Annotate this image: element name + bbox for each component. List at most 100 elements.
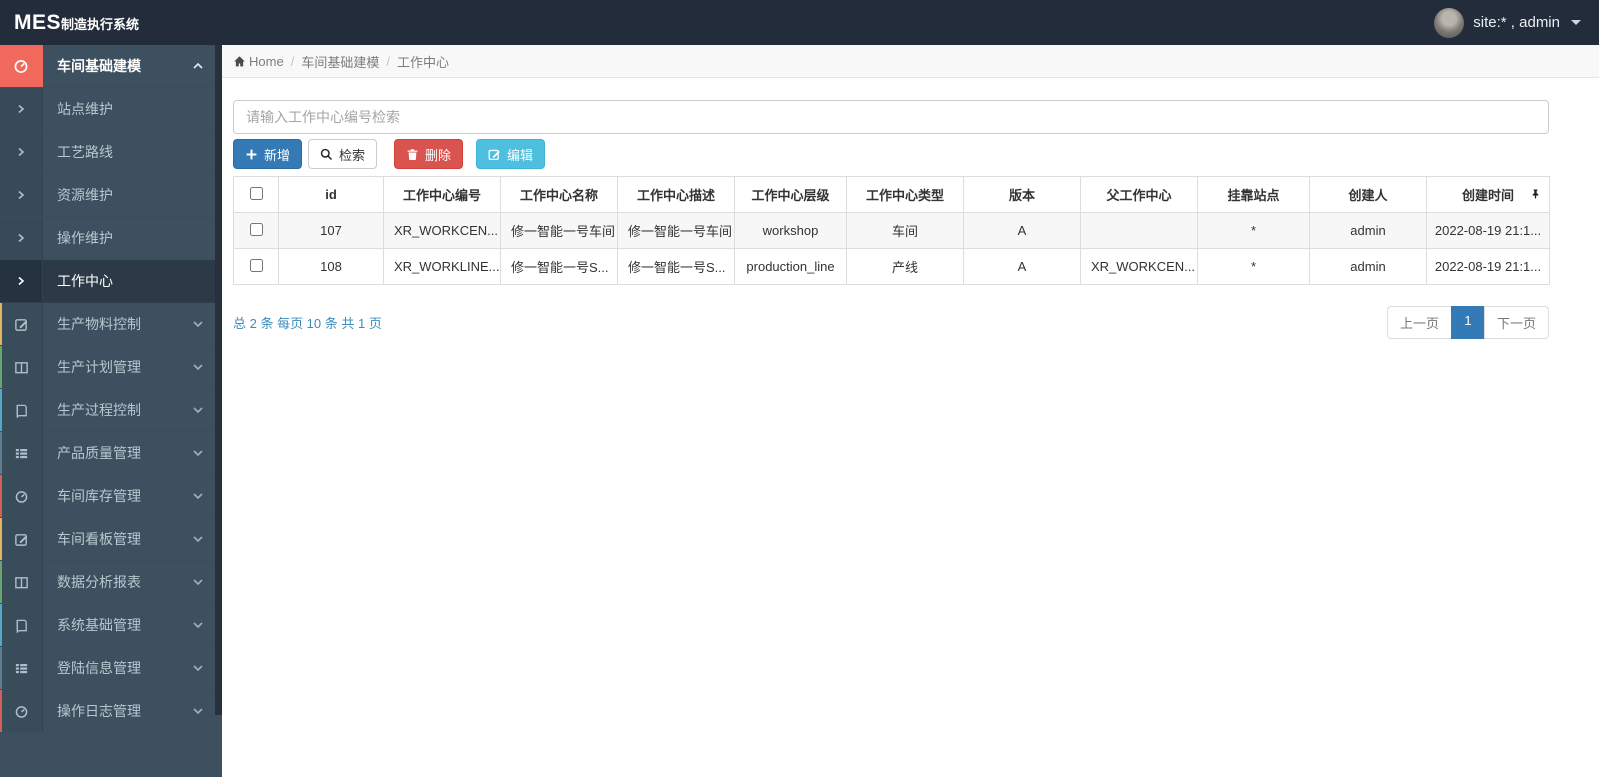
color-strip	[0, 690, 2, 732]
sidebar-item-resource-maintenance[interactable]: 资源维护	[0, 174, 215, 217]
add-button[interactable]: 新增	[233, 139, 303, 169]
chevron-down-icon	[181, 518, 215, 560]
plus-icon	[246, 149, 257, 159]
column-header-station: 挂靠站点	[1197, 176, 1310, 213]
column-header-type: 工作中心类型	[846, 176, 964, 213]
breadcrumb-home-label: Home	[249, 53, 284, 69]
pencil-square-icon	[0, 518, 43, 560]
chevron-right-icon	[0, 131, 43, 173]
user-menu[interactable]: site:* , admin	[1434, 7, 1599, 38]
sidebar-item-kanban-management[interactable]: 车间看板管理	[0, 518, 215, 561]
cell-code: XR_WORKLINE...	[383, 248, 501, 285]
main-content: Home / 车间基础建模 / 工作中心 新增 检索 删除 编辑	[222, 45, 1599, 777]
color-strip	[0, 303, 2, 345]
edit-button[interactable]: 编辑	[476, 139, 546, 169]
prev-page-button[interactable]: 上一页	[1386, 306, 1452, 339]
row-checkbox[interactable]	[249, 222, 263, 236]
sidebar-item-data-report[interactable]: 数据分析报表	[0, 561, 215, 604]
sidebar-item-work-center[interactable]: 工作中心	[0, 260, 215, 303]
sidebar-item-plan-management[interactable]: 生产计划管理	[0, 346, 215, 389]
cell-name: 修一智能一号S...	[500, 248, 618, 285]
breadcrumb: Home / 车间基础建模 / 工作中心	[222, 45, 1599, 78]
chevron-right-icon	[0, 217, 43, 259]
pagination-summary: 总 2 条 每页 10 条 共 1 页	[233, 316, 382, 331]
chevron-down-icon	[181, 561, 215, 603]
tachometer-icon	[0, 690, 43, 732]
search-icon	[320, 148, 333, 160]
columns-icon	[0, 561, 43, 603]
cell-create-time: 2022-08-19 21:1...	[1426, 248, 1550, 285]
sidebar-item-label: 工作中心	[57, 273, 113, 289]
chevron-down-icon	[181, 604, 215, 646]
cell-create-time: 2022-08-19 21:1...	[1426, 212, 1550, 249]
brand-bold: MES	[14, 10, 62, 34]
page-1-button[interactable]: 1	[1450, 306, 1485, 339]
color-strip	[0, 389, 2, 431]
top-navbar: MES 制造执行系统 site:* , admin	[0, 0, 1599, 45]
table-row[interactable]: 107 XR_WORKCEN... 修一智能一号车间 修一智能一号车间 work…	[233, 212, 1550, 249]
sidebar-item-operation-log-management[interactable]: 操作日志管理	[0, 690, 215, 733]
sidebar-item-workshop-base-modeling[interactable]: 车间基础建模	[0, 45, 215, 88]
column-header-description: 工作中心描述	[617, 176, 735, 213]
sidebar-item-label: 登陆信息管理	[57, 660, 141, 676]
add-button-label: 新增	[264, 147, 291, 163]
edit-button-label: 编辑	[507, 147, 534, 163]
cell-station: *	[1197, 248, 1310, 285]
chevron-down-icon	[181, 432, 215, 474]
sidebar-item-quality-management[interactable]: 产品质量管理	[0, 432, 215, 475]
search-input[interactable]	[233, 100, 1549, 134]
list-icon	[0, 647, 43, 689]
color-strip	[0, 647, 2, 689]
sidebar-item-label: 站点维护	[57, 101, 113, 117]
delete-button-label: 删除	[425, 147, 452, 163]
caret-down-icon	[1571, 20, 1581, 25]
chevron-down-icon	[181, 303, 215, 345]
breadcrumb-level1-link[interactable]: 车间基础建模	[301, 52, 379, 71]
cell-id: 108	[278, 248, 384, 285]
sidebar-item-material-control[interactable]: 生产物料控制	[0, 303, 215, 346]
sidebar-item-label: 操作维护	[57, 230, 113, 246]
sidebar-item-operation-maintenance[interactable]: 操作维护	[0, 217, 215, 260]
breadcrumb-separator: /	[386, 53, 390, 69]
sidebar: 车间基础建模 站点维护 工艺路线 资源维护 操作维护 工作中心 生产物料控制 生…	[0, 45, 222, 777]
edit-icon	[488, 149, 500, 160]
cell-description: 修一智能一号S...	[617, 248, 735, 285]
brand-logo[interactable]: MES 制造执行系统	[0, 11, 139, 35]
sidebar-item-inventory-management[interactable]: 车间库存管理	[0, 475, 215, 518]
sidebar-item-process-route[interactable]: 工艺路线	[0, 131, 215, 174]
sidebar-item-label: 操作日志管理	[57, 703, 141, 719]
sidebar-item-station-maintenance[interactable]: 站点维护	[0, 88, 215, 131]
column-header-id: id	[278, 176, 384, 213]
column-header-parent: 父工作中心	[1080, 176, 1198, 213]
column-header-version: 版本	[963, 176, 1081, 213]
cell-creator: admin	[1309, 248, 1427, 285]
pin-icon[interactable]	[1530, 187, 1541, 202]
column-header-code: 工作中心编号	[383, 176, 501, 213]
chevron-up-icon	[181, 45, 215, 87]
sidebar-item-login-info-management[interactable]: 登陆信息管理	[0, 647, 215, 690]
row-checkbox[interactable]	[249, 258, 263, 272]
sidebar-item-label: 工艺路线	[57, 144, 113, 160]
cell-type: 车间	[846, 212, 964, 249]
select-all-checkbox[interactable]	[249, 186, 263, 200]
chevron-down-icon	[181, 690, 215, 732]
color-strip	[0, 346, 2, 388]
sidebar-item-system-management[interactable]: 系统基础管理	[0, 604, 215, 647]
breadcrumb-home-link[interactable]: Home	[233, 54, 284, 69]
sidebar-item-label: 资源维护	[57, 187, 113, 203]
brand-rest: 制造执行系统	[61, 16, 140, 32]
delete-button[interactable]: 删除	[394, 139, 464, 169]
next-page-button[interactable]: 下一页	[1483, 306, 1549, 339]
toolbar: 新增 检索 删除 编辑	[233, 139, 1549, 169]
chevron-down-icon	[181, 346, 215, 388]
search-button[interactable]: 检索	[308, 139, 378, 169]
cell-level: production_line	[734, 248, 847, 285]
breadcrumb-current: 工作中心	[396, 54, 449, 70]
pencil-square-icon	[0, 303, 43, 345]
cell-code: XR_WORKCEN...	[383, 212, 501, 249]
breadcrumb-separator: /	[290, 53, 295, 69]
sidebar-scrollbar-thumb[interactable]	[215, 45, 222, 715]
table-header-row: id 工作中心编号 工作中心名称 工作中心描述 工作中心层级 工作中心类型 版本…	[233, 176, 1550, 213]
sidebar-item-process-control[interactable]: 生产过程控制	[0, 389, 215, 432]
table-row[interactable]: 108 XR_WORKLINE... 修一智能一号S... 修一智能一号S...…	[233, 248, 1550, 285]
